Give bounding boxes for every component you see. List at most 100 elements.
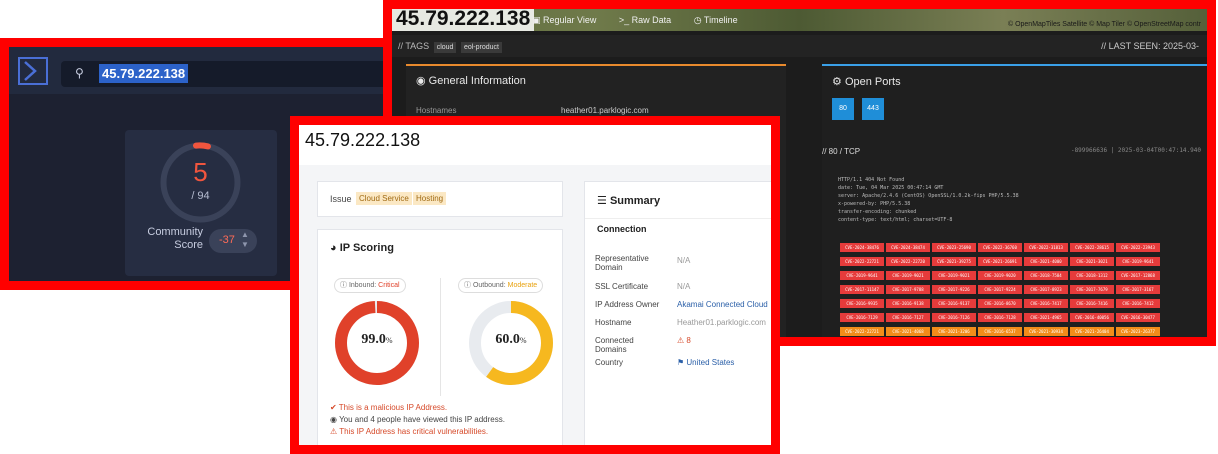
cve-badge[interactable]: CVE-2021-4000 — [1024, 257, 1068, 266]
cve-badge[interactable]: CVE-2016-6537 — [978, 327, 1022, 336]
us-flag-icon: ⚑ — [677, 358, 685, 367]
cve-badge[interactable]: CVE-2016-9138 — [886, 299, 930, 308]
issue-section: Issue Cloud Service Hosting — [317, 181, 563, 217]
cve-badge[interactable]: CVE-2018-1312 — [1070, 271, 1114, 280]
cve-badge[interactable]: CVE-2024-25652 — [1116, 341, 1160, 346]
community-vote[interactable]: -37 ▲ ▼ — [209, 229, 257, 253]
cve-badge[interactable]: CVE-2022-31813 — [1024, 243, 1068, 252]
cve-badge[interactable]: CVE-2016-7126 — [932, 313, 976, 322]
owner-key: IP Address Owner — [595, 300, 660, 309]
malicious-message: ✔ This is a malicious IP Address. — [330, 403, 448, 412]
cve-badge[interactable]: CVE-2022-22721 — [840, 327, 884, 336]
cve-badge[interactable]: CVE-2021-4068 — [886, 327, 930, 336]
score-label: Score — [174, 239, 203, 251]
country-key: Country — [595, 358, 624, 367]
cve-badge[interactable]: CVE-2022-22720 — [886, 257, 930, 266]
cve-badge[interactable]: CVE-2019-9020 — [978, 271, 1022, 280]
cve-badge[interactable]: CVE-2021-26691 — [978, 257, 1022, 266]
alert-icon: ⚠ — [677, 336, 685, 345]
cve-badge[interactable]: CVE-2016-7416 — [1070, 299, 1114, 308]
cve-badge[interactable]: CVE-2017-9224 — [978, 285, 1022, 294]
cve-badge[interactable]: CVE-2017-12868 — [1116, 271, 1160, 280]
cve-badge[interactable]: CVE-2016-7128 — [978, 313, 1022, 322]
cve-badge[interactable]: CVE-2017-3167 — [1116, 285, 1160, 294]
cve-badge[interactable]: CVE-2016-7129 — [840, 313, 884, 322]
cve-badge[interactable]: CVE-2017-7679 — [1070, 285, 1114, 294]
connected-domains-value[interactable]: ⚠ 8 — [677, 336, 691, 345]
list-icon: ☰ — [597, 195, 607, 207]
cve-badge[interactable]: CVE-2019-9641 — [1116, 257, 1160, 266]
port-443-button[interactable]: 443 — [862, 98, 884, 120]
report-header: 45.79.222.138 — [299, 125, 771, 165]
cve-badge[interactable]: CVE-2019-9641 — [840, 271, 884, 280]
cve-badge[interactable]: CVE-2016-7417 — [1024, 299, 1068, 308]
cve-badge[interactable]: CVE-2016-7127 — [886, 313, 930, 322]
cve-badge[interactable]: CVE-2023-22772 — [840, 341, 884, 346]
cve-badge[interactable]: CVE-2022-23943 — [1116, 243, 1160, 252]
community-score-card: 5 / 94 Community Score -37 ▲ ▼ — [125, 130, 277, 276]
cve-badge[interactable]: CVE-2023-26377 — [1116, 327, 1160, 336]
app-logo-icon[interactable] — [17, 56, 49, 86]
cve-badge[interactable]: CVE-2022-28615 — [1070, 243, 1114, 252]
downvote-icon[interactable]: ▼ — [241, 240, 249, 249]
tags-label: // TAGS — [398, 41, 430, 51]
ip-scoring-section: ◕ IP Scoring ⓘ Inbound: Critical ⓘ Outbo… — [317, 229, 563, 445]
cve-badge[interactable]: CVE-2021-4965 — [1024, 313, 1068, 322]
badge-cloud-service: Cloud Service — [356, 192, 412, 205]
country-value[interactable]: ⚑ United States — [677, 358, 734, 367]
inbound-pill: ⓘ Inbound: Critical — [334, 278, 406, 293]
cve-badge[interactable]: CVE-2022-36760 — [978, 243, 1022, 252]
cve-badge[interactable]: CVE-2021-34798 — [932, 341, 976, 346]
cve-badge[interactable]: CVE-2016-7412 — [1116, 299, 1160, 308]
tcp-port-hash-timestamp: -899966636 | 2025-03-04T00:47:14.940 — [1070, 147, 1201, 154]
outbound-score: 60.0% — [495, 332, 527, 347]
cve-badge[interactable]: CVE-2021-39275 — [932, 257, 976, 266]
port-80-button[interactable]: 80 — [832, 98, 854, 120]
cve-badge[interactable]: CVE-2021-3021 — [1070, 257, 1114, 266]
cve-badge[interactable]: CVE-2016-30477 — [1116, 313, 1160, 322]
vulnerability-message: ⚠ This IP Address has critical vulnerabi… — [330, 427, 489, 436]
detection-total: / 94 — [191, 190, 210, 202]
search-input[interactable]: ⚲ 45.79.222.138 — [61, 61, 386, 87]
cve-badge[interactable]: CVE-2022-22721 — [840, 257, 884, 266]
tab-timeline[interactable]: ◷ Timeline — [694, 15, 748, 25]
cve-badge[interactable]: CVE-2017-9226 — [932, 285, 976, 294]
tcp-port-header[interactable]: // 80 / TCP — [822, 147, 860, 156]
gauge-icon: ◕ — [330, 242, 337, 254]
search-value[interactable]: 45.79.222.138 — [99, 64, 189, 83]
owner-value[interactable]: Akamai Connected Cloud — [677, 300, 768, 309]
report-ip-title: 45.79.222.138 — [305, 130, 421, 150]
cve-badge[interactable]: CVE-2024-38474 — [886, 243, 930, 252]
summary-title: ☰ Summary — [597, 195, 661, 207]
cve-badge[interactable]: CVE-2018-7584 — [1024, 271, 1068, 280]
hostname-value: Heather01.parklogic.com — [677, 318, 766, 327]
upvote-icon[interactable]: ▲ — [241, 230, 249, 239]
tab-regular-view[interactable]: ▣ Regular View — [532, 15, 606, 25]
cve-badge[interactable]: CVE-2021-26404 — [1070, 327, 1114, 336]
host-ip-title: 45.79.222.138 — [392, 9, 535, 31]
cve-badge[interactable]: CVE-2017-11147 — [840, 285, 884, 294]
cve-badge[interactable]: CVE-2023-12345 — [886, 341, 930, 346]
cve-badge[interactable]: CVE-2021-30934 — [1024, 327, 1068, 336]
info-icon: ⓘ — [464, 282, 471, 289]
cve-badge[interactable]: CVE-2017-9788 — [886, 285, 930, 294]
map-credit[interactable]: © OpenMapTiles Satellite © Map Tiler © O… — [1008, 21, 1201, 28]
cve-badge[interactable]: CVE-2016-9935 — [840, 299, 884, 308]
cve-badge[interactable]: CVE-2021-23606 — [1024, 341, 1068, 346]
cve-badge[interactable]: CVE-2021-3206 — [932, 327, 976, 336]
globe-icon: ◉ — [416, 75, 426, 87]
cve-badge[interactable]: CVE-2024-38476 — [840, 243, 884, 252]
cve-badge[interactable]: CVE-2023-26690 — [978, 341, 1022, 346]
tag-cloud[interactable]: cloud — [433, 42, 457, 53]
tab-raw-data[interactable]: >_ Raw Data — [619, 15, 681, 25]
cve-badge[interactable]: CVE-2023-25690 — [932, 243, 976, 252]
cve-badge[interactable]: CVE-2016-9137 — [932, 299, 976, 308]
top-bar: ⚲ 45.79.222.138 — [9, 47, 386, 94]
cve-badge[interactable]: CVE-2017-8923 — [1024, 285, 1068, 294]
cve-badge[interactable]: CVE-2016-40056 — [1070, 313, 1114, 322]
cve-badge[interactable]: CVE-2019-9021 — [886, 271, 930, 280]
tag-eol-product[interactable]: eol-product — [460, 42, 502, 53]
cve-badge[interactable]: CVE-2021-3752 — [1070, 341, 1114, 346]
cve-badge[interactable]: CVE-2016-8670 — [978, 299, 1022, 308]
cve-badge[interactable]: CVE-2019-9021 — [932, 271, 976, 280]
